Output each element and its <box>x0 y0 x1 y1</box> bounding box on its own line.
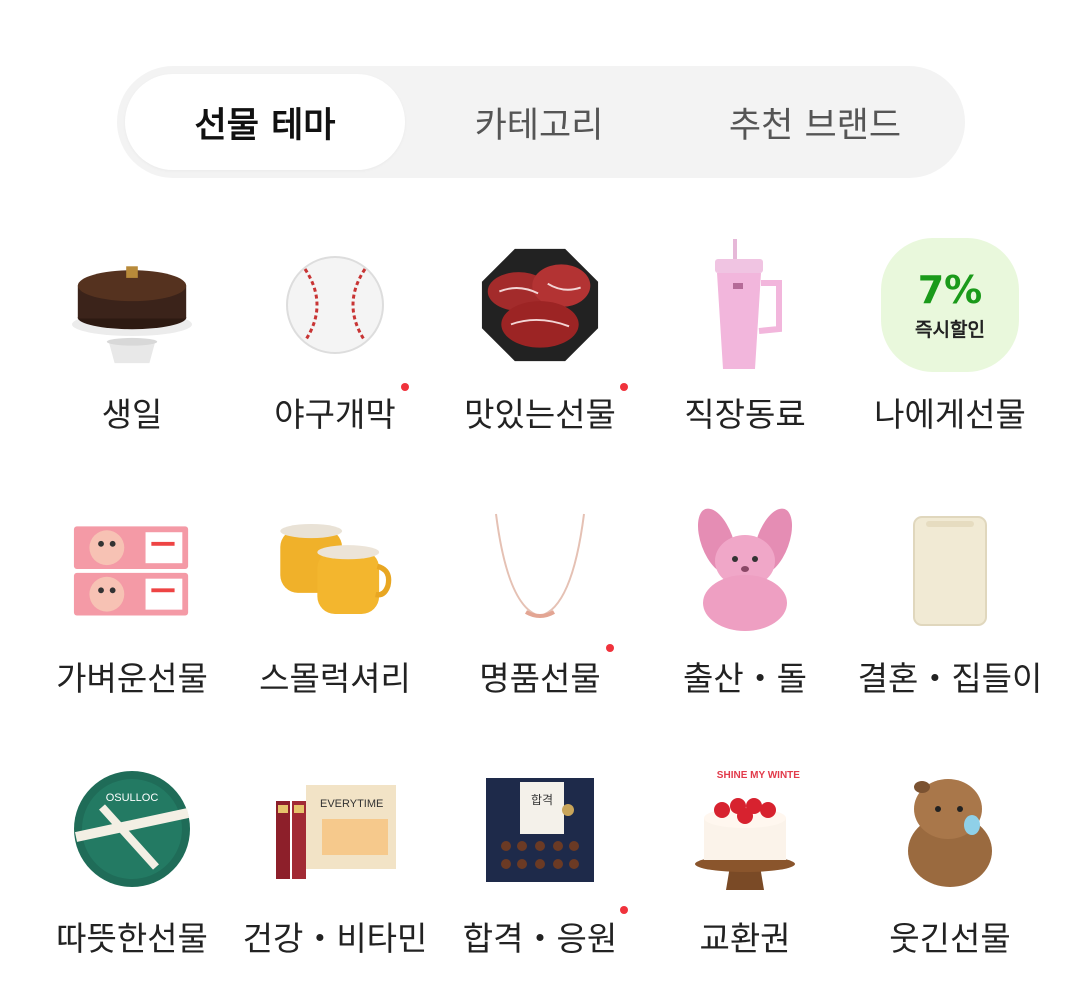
category-voucher[interactable]: SHINE MY WINTER 교환권 <box>637 764 853 994</box>
bunny-plush-icon <box>685 504 805 634</box>
category-wedding-housewarming[interactable]: 결혼・집들이 <box>842 504 1058 734</box>
category-warm-gift[interactable]: OSULLOC 따뜻한선물 <box>24 764 240 994</box>
category-delicious-gift[interactable]: 맛있는선물 <box>432 240 648 470</box>
category-coworker[interactable]: 직장동료 <box>637 239 853 470</box>
category-birth-first-birthday[interactable]: 출산・돌 <box>637 504 853 734</box>
category-label: 생일 <box>101 395 163 434</box>
category-grid: 생일 야구개막 맛있는선물 직장동료 7% 즉시할인 나에게선물 가벼운선물 스… <box>0 0 1080 1004</box>
new-dot <box>620 906 628 914</box>
category-gift-for-me[interactable]: 7% 즉시할인 나에게선물 <box>842 238 1058 470</box>
category-label: 합격・응원 <box>462 919 618 958</box>
necklace-icon <box>480 504 600 634</box>
category-baseball-opening[interactable]: 야구개막 <box>227 240 443 470</box>
vitamin-brand-text: EVERYTIME <box>320 798 383 810</box>
tumbler-icon <box>685 239 805 370</box>
category-label: 웃긴선물 <box>889 919 1011 958</box>
discount-text: 즉시할인 <box>915 318 985 341</box>
tea-gift-box-icon: OSULLOC <box>72 764 192 894</box>
category-label: 결혼・집들이 <box>857 659 1043 698</box>
red-ginseng-box-icon: EVERYTIME <box>267 764 403 894</box>
category-pass-cheer[interactable]: 합격 합격・응원 <box>432 764 648 994</box>
category-label: 출산・돌 <box>682 659 808 698</box>
category-luxury-gift[interactable]: 명품선물 <box>432 504 648 734</box>
discount-percent: 7% <box>917 267 983 312</box>
baseball-icon <box>275 240 395 370</box>
category-label: 명품선물 <box>479 659 601 698</box>
cake-icon <box>72 240 192 370</box>
category-label: 맛있는선물 <box>464 395 616 434</box>
cookie-box-icon <box>72 504 192 634</box>
strawberry-cake-icon: SHINE MY WINTER <box>685 764 805 894</box>
tea-brand-text: OSULLOC <box>106 792 159 804</box>
category-funny-gift[interactable]: 웃긴선물 <box>842 764 1058 994</box>
beef-icon <box>480 240 600 370</box>
category-birthday[interactable]: 생일 <box>24 240 240 470</box>
cake-topper-text: SHINE MY WINTER <box>717 770 800 781</box>
category-label: 교환권 <box>699 919 791 958</box>
discount-badge-icon: 7% 즉시할인 <box>880 238 1020 372</box>
new-dot <box>401 383 409 391</box>
category-health-vitamin[interactable]: EVERYTIME 건강・비타민 <box>227 764 443 994</box>
category-label: 가벼운선물 <box>56 659 208 698</box>
capybara-plush-icon <box>890 764 1010 894</box>
mug-icon <box>275 504 395 634</box>
choco-label-text: 합격 <box>531 793 553 807</box>
new-dot <box>606 644 614 652</box>
category-label: 야구개막 <box>274 395 396 434</box>
category-small-luxury[interactable]: 스몰럭셔리 <box>227 504 443 734</box>
category-label: 나에게선물 <box>874 395 1026 434</box>
category-label: 따뜻한선물 <box>56 919 208 958</box>
category-label: 직장동료 <box>684 395 806 434</box>
category-light-gift[interactable]: 가벼운선물 <box>24 504 240 734</box>
humidifier-icon <box>890 504 1010 634</box>
new-dot <box>620 383 628 391</box>
category-label: 건강・비타민 <box>242 919 428 958</box>
category-label: 스몰럭셔리 <box>259 659 411 698</box>
chocolate-box-icon: 합격 <box>480 764 600 894</box>
